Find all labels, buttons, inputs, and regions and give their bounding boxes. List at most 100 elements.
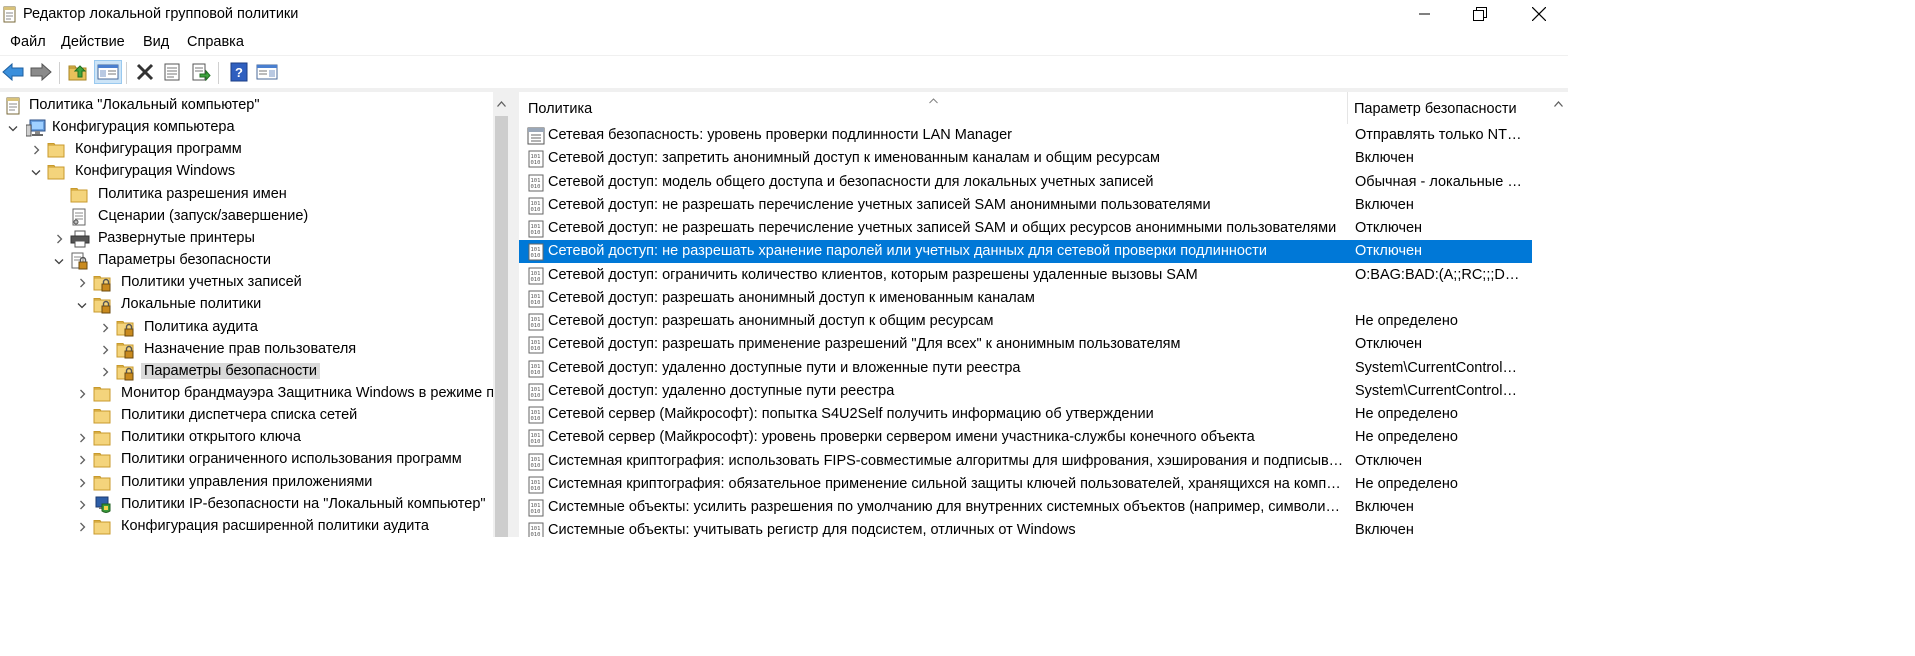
column-header-policy[interactable]: Политика	[528, 101, 592, 117]
menu-bar: Файл Действие Вид Справка	[0, 30, 1568, 55]
expand-chevron-icon[interactable]	[98, 365, 112, 379]
tree-node[interactable]: Конфигурация программ	[0, 139, 493, 161]
printer-icon	[70, 230, 90, 248]
menu-view[interactable]: Вид	[143, 34, 169, 50]
policy-name: Сетевой доступ: удаленно доступные пути …	[548, 359, 1021, 376]
list-vertical-scrollbar[interactable]	[1549, 92, 1568, 537]
tree-node[interactable]: Политики учетных записей	[0, 272, 493, 294]
tree-node[interactable]: Локальные политики	[0, 294, 493, 316]
menu-action[interactable]: Действие	[61, 34, 125, 50]
tree-node[interactable]: Конфигурация Windows	[0, 161, 493, 183]
policy-row[interactable]: 101 010 Сетевой доступ: запретить анонимны…	[519, 147, 1532, 170]
policy-row[interactable]: 101 010 Сетевой сервер (Майкрософт): попыт…	[519, 403, 1532, 426]
policy-row[interactable]: 101 010 Системная криптография: использова…	[519, 450, 1532, 473]
policy-row[interactable]: 101 010 Сетевой доступ: разрешать анонимны…	[519, 310, 1532, 333]
tree-node[interactable]: Развернутые принтеры	[0, 228, 493, 250]
properties-icon	[164, 63, 180, 81]
policy-row[interactable]: 101 010 Сетевой доступ: не разрешать переч…	[519, 217, 1532, 240]
restore-button[interactable]	[1457, 0, 1503, 28]
show-hide-tree-button[interactable]	[94, 60, 122, 84]
policy-row[interactable]: 101 010 Сетевой доступ: не разрешать хране…	[519, 240, 1532, 264]
menu-help[interactable]: Справка	[187, 34, 244, 50]
policy-row[interactable]: 101 010 Сетевой доступ: разрешать анонимны…	[519, 287, 1532, 310]
policy-name: Системные объекты: учитывать регистр для…	[548, 522, 1076, 537]
policy-row[interactable]: 101 010 Сетевой доступ: удаленно доступные…	[519, 380, 1532, 403]
policy-row[interactable]: 101 010 Системные объекты: усилить разреше…	[519, 496, 1532, 519]
tree-node[interactable]: Политики управления приложениями	[0, 472, 493, 494]
expand-chevron-icon[interactable]	[29, 143, 43, 157]
tree-node[interactable]: Политики IP-безопасности на "Локальный к…	[0, 494, 493, 516]
policy-row[interactable]: 101 010 Сетевой доступ: ограничить количес…	[519, 264, 1532, 287]
policy-row[interactable]: 101 010 Системная криптография: обязательн…	[519, 473, 1532, 496]
column-divider[interactable]	[1347, 92, 1348, 124]
tree-node[interactable]: Параметры безопасности	[0, 361, 493, 383]
policy-name: Сетевой доступ: не разрешать перечислени…	[548, 220, 1337, 236]
collapse-chevron-icon[interactable]	[52, 254, 66, 268]
policy-row[interactable]: 101 010 Сетевой сервер (Майкрософт): урове…	[519, 426, 1532, 449]
show-action-pane-button[interactable]	[255, 60, 279, 84]
policy-row[interactable]: 101 010 Сетевой доступ: модель общего дост…	[519, 171, 1532, 194]
tree-node-label: Политики открытого ключа	[121, 429, 301, 446]
policy-row[interactable]: 101 010 Сетевой доступ: разрешать применен…	[519, 333, 1532, 356]
policy-doc-icon	[4, 97, 22, 115]
policy-security-setting: Не определено	[1355, 313, 1458, 329]
properties-button[interactable]	[160, 60, 184, 84]
folder-icon	[47, 141, 65, 159]
tree-node[interactable]: Сценарии (запуск/завершение)	[0, 206, 493, 228]
policy-name: Сетевой доступ: разрешать анонимный дост…	[548, 313, 994, 329]
export-list-button[interactable]	[189, 60, 213, 84]
up-level-button[interactable]	[66, 60, 90, 84]
tree-node-label: Политики управления приложениями	[121, 473, 373, 490]
tree-node[interactable]: Конфигурация компьютера	[0, 117, 493, 139]
ip-security-icon	[93, 496, 111, 514]
tree-node[interactable]: Политики диспетчера списка сетей	[0, 405, 493, 427]
menu-file[interactable]: Файл	[10, 34, 46, 50]
forward-button[interactable]	[29, 60, 53, 84]
back-button[interactable]	[1, 60, 25, 84]
expand-chevron-icon[interactable]	[75, 431, 89, 445]
tree-node[interactable]: Политики открытого ключа	[0, 427, 493, 449]
expand-chevron-icon[interactable]	[98, 343, 112, 357]
expand-chevron-icon[interactable]	[75, 476, 89, 490]
column-header-security-setting[interactable]: Параметр безопасности	[1354, 101, 1517, 117]
collapse-chevron-icon[interactable]	[75, 298, 89, 312]
tree-node[interactable]: Конфигурация расширенной политики аудита	[0, 516, 493, 537]
tree-node[interactable]: Политики ограниченного использования про…	[0, 449, 493, 471]
policy-row[interactable]: 101 010 Сетевой доступ: не разрешать переч…	[519, 194, 1532, 217]
collapse-chevron-icon[interactable]	[6, 121, 20, 135]
expand-chevron-icon[interactable]	[52, 232, 66, 246]
collapse-chevron-icon[interactable]	[29, 165, 43, 179]
scroll-up-button[interactable]	[493, 95, 510, 112]
delete-button[interactable]	[133, 60, 157, 84]
expand-chevron-icon[interactable]	[75, 453, 89, 467]
policy-row[interactable]: 101 010 Системные объекты: учитывать регис…	[519, 519, 1532, 537]
scrollbar-thumb[interactable]	[495, 116, 508, 537]
tree-node[interactable]: Политика аудита	[0, 317, 493, 339]
folder-icon	[47, 163, 65, 181]
policy-security-setting: Не определено	[1355, 406, 1458, 422]
policy-security-setting: Отключен	[1355, 220, 1423, 236]
expand-chevron-icon[interactable]	[75, 276, 89, 290]
tree-node[interactable]: Монитор брандмауэра Защитника Windows в …	[0, 383, 494, 405]
svg-text:010: 010	[531, 277, 541, 283]
tree-node[interactable]: Назначение прав пользователя	[0, 339, 493, 361]
toolbar-separator	[59, 62, 60, 84]
expand-chevron-icon[interactable]	[75, 498, 89, 512]
tree-node[interactable]: Политика "Локальный компьютер"	[0, 95, 493, 117]
list-header: Политика Параметр безопасности	[519, 92, 1549, 124]
toolbar: ?	[0, 55, 1568, 88]
policy-row[interactable]: 101 010 Сетевой доступ: удаленно доступные…	[519, 357, 1532, 380]
help-button[interactable]: ?	[227, 60, 251, 84]
expand-chevron-icon[interactable]	[98, 321, 112, 335]
scroll-up-button[interactable]	[1550, 95, 1567, 112]
tree-node[interactable]: Политика разрешения имен	[0, 184, 493, 206]
tree-vertical-scrollbar[interactable]	[493, 92, 510, 537]
tree-node[interactable]: Параметры безопасности	[0, 250, 493, 272]
console-tree[interactable]: Политика "Локальный компьютер" Конфигурац…	[0, 92, 510, 537]
folder-icon	[70, 186, 88, 204]
expand-chevron-icon[interactable]	[75, 520, 89, 534]
policy-row[interactable]: Сетевая безопасность: уровень проверки п…	[519, 124, 1532, 147]
close-button[interactable]	[1516, 0, 1562, 28]
minimize-button[interactable]	[1402, 0, 1448, 28]
expand-chevron-icon[interactable]	[75, 387, 89, 401]
